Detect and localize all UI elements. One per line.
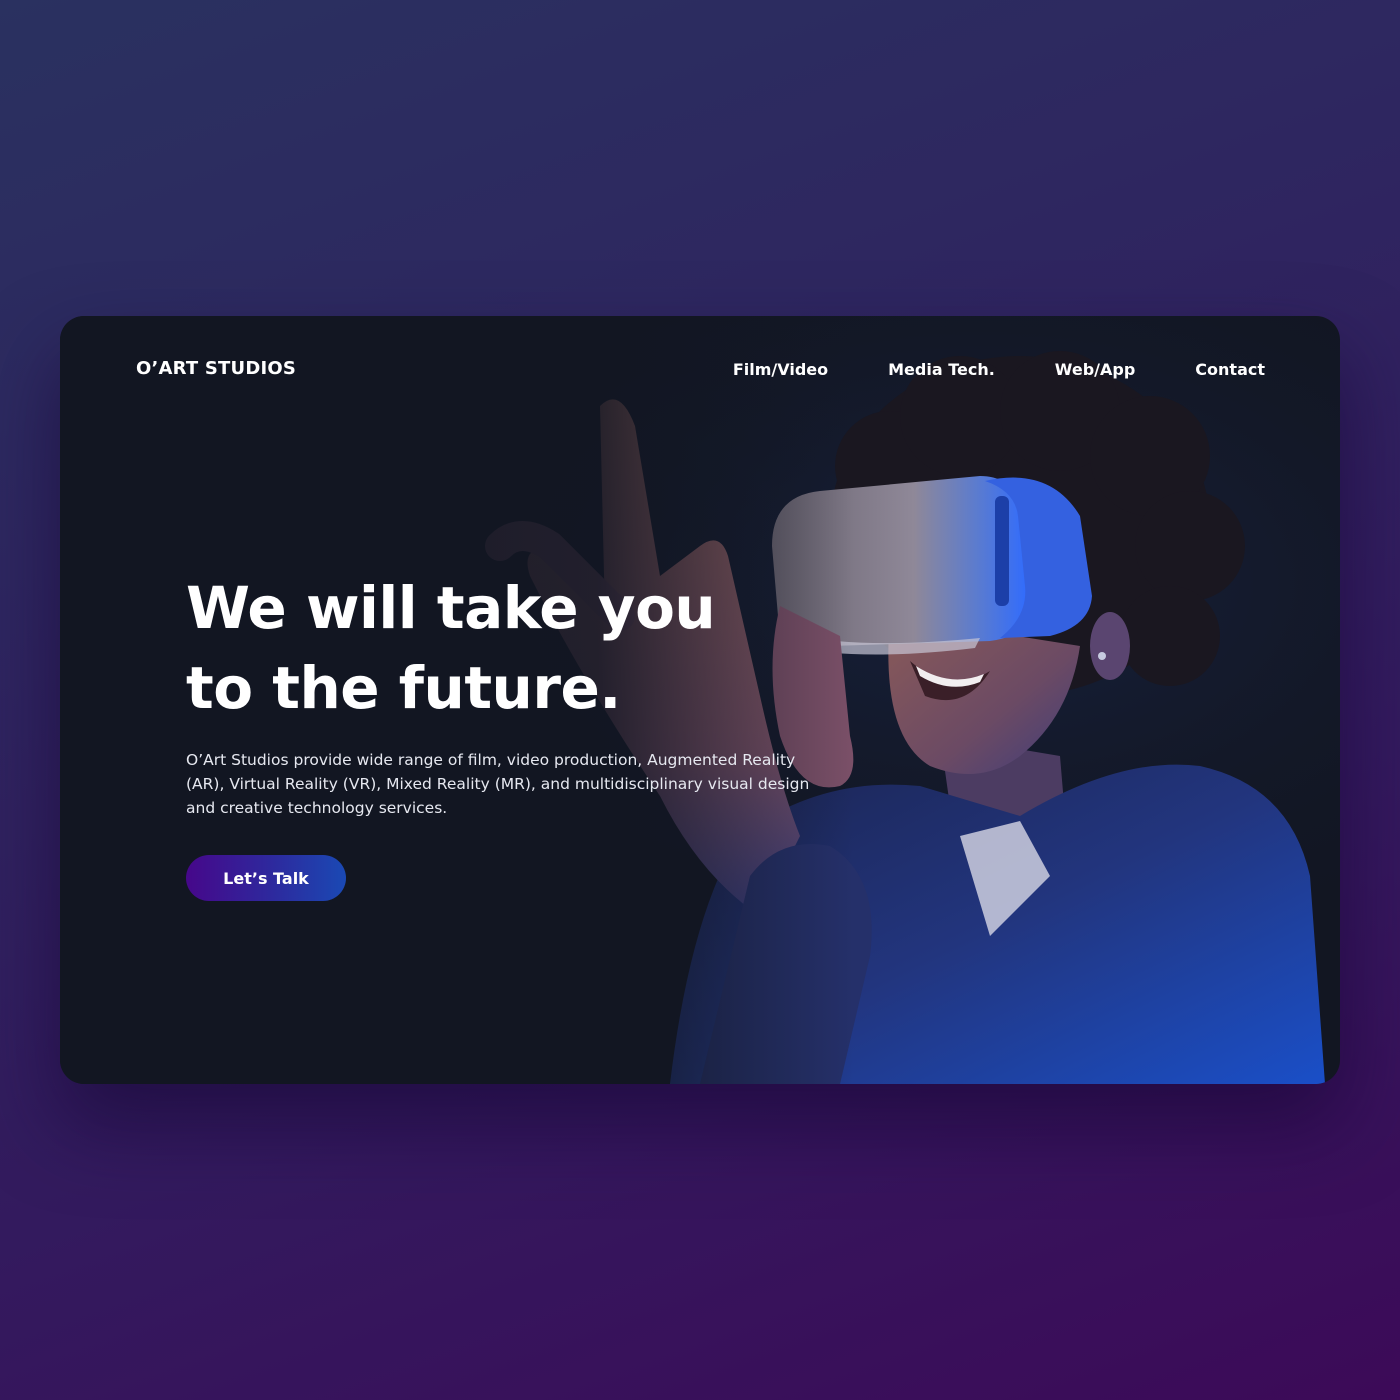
- nav-item-film-video[interactable]: Film/Video: [733, 360, 828, 379]
- nav-item-web-app[interactable]: Web/App: [1055, 360, 1136, 379]
- hero-headline: We will take you to the future.: [186, 568, 716, 728]
- hero-headline-line-1: We will take you: [186, 574, 716, 642]
- brand-logo[interactable]: O’ART STUDIOS: [136, 358, 296, 379]
- main-nav: Film/Video Media Tech. Web/App Contact: [733, 360, 1265, 379]
- hero-headline-line-2: to the future.: [186, 654, 621, 722]
- lets-talk-button[interactable]: Let’s Talk: [186, 855, 346, 901]
- hero-card: O’ART STUDIOS Film/Video Media Tech. Web…: [60, 316, 1340, 1084]
- hero-description: O’Art Studios provide wide range of film…: [186, 751, 810, 817]
- nav-item-media-tech[interactable]: Media Tech.: [888, 360, 995, 379]
- nav-item-contact[interactable]: Contact: [1195, 360, 1265, 379]
